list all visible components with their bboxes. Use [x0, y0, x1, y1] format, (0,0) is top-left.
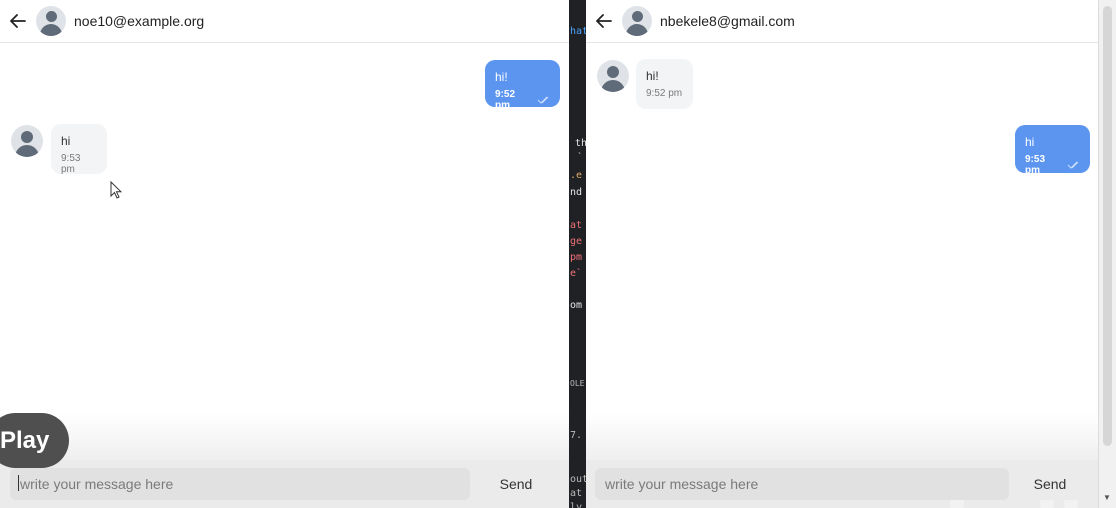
message-bubble-outgoing[interactable]: hi 9:53 pm — [1015, 125, 1090, 176]
message-bubble-incoming[interactable]: hi 9:53 pm — [51, 124, 107, 175]
message-time: 9:53 pm — [61, 153, 81, 175]
terminal-text: e` — [570, 268, 583, 279]
volume-icon[interactable] — [950, 500, 964, 508]
contact-avatar[interactable] — [622, 6, 652, 36]
background-terminal: hat th ` .e nd at ge pm e` om OLE 7. out… — [569, 0, 586, 508]
terminal-text: om — [570, 300, 583, 311]
chat-header: noe10@example.org — [0, 0, 569, 43]
terminal-text: .e — [570, 170, 583, 181]
message-time: 9:52 pm — [495, 89, 516, 111]
terminal-text: at — [570, 220, 583, 231]
right-chat-window: nbekele8@gmail.com hi! 9:52 pm hi 9:53 p… — [586, 0, 1098, 508]
double-check-icon — [537, 96, 550, 104]
message-text: hi! — [646, 69, 659, 83]
message-text: hi! — [495, 70, 508, 84]
message-avatar — [597, 60, 629, 92]
left-chat-window: noe10@example.org hi! 9:52 pm hi 9:53 pm… — [0, 0, 569, 508]
scroll-down-arrow-icon[interactable]: ▼ — [1103, 493, 1111, 502]
message-composer: Send — [0, 460, 569, 508]
message-input[interactable] — [10, 468, 470, 500]
mouse-pointer-icon — [110, 181, 122, 199]
message-time: 9:52 pm — [646, 88, 683, 99]
bottom-fade — [0, 413, 569, 463]
text-caret — [18, 475, 19, 491]
play-button[interactable]: Play — [0, 413, 69, 468]
screen: noe10@example.org hi! 9:52 pm hi 9:53 pm… — [0, 0, 1116, 508]
chat-header: nbekele8@gmail.com — [586, 0, 1098, 43]
back-arrow-icon — [10, 14, 26, 28]
terminal-text: ly — [570, 502, 583, 508]
scrollbar-thumb[interactable] — [1103, 6, 1112, 446]
message-bubble-incoming[interactable]: hi! 9:52 pm — [636, 59, 693, 109]
message-text: hi — [1025, 135, 1035, 149]
message-time: 9:53 pm — [1025, 154, 1046, 176]
terminal-text: 7. — [570, 430, 583, 441]
settings-icon[interactable] — [1040, 500, 1054, 508]
terminal-text: hat — [570, 26, 586, 37]
back-button[interactable] — [586, 0, 622, 43]
terminal-text: OLE — [570, 379, 585, 388]
terminal-text: nd — [570, 187, 583, 198]
message-bubble-outgoing[interactable]: hi! 9:52 pm — [485, 60, 560, 111]
terminal-text: ` — [577, 152, 584, 163]
terminal-text: pm — [570, 252, 583, 263]
scrollbar[interactable]: ▼ — [1098, 0, 1116, 508]
message-avatar — [11, 125, 43, 157]
message-text: hi — [61, 134, 71, 148]
fullscreen-icon[interactable] — [1064, 500, 1078, 508]
double-check-icon — [1067, 161, 1080, 169]
back-button[interactable] — [0, 0, 36, 43]
back-arrow-icon — [596, 14, 612, 28]
terminal-text: ge — [570, 236, 583, 247]
video-controls — [940, 496, 1100, 508]
contact-email: nbekele8@gmail.com — [660, 13, 795, 29]
bottom-fade — [586, 413, 1098, 463]
send-button[interactable]: Send — [490, 468, 542, 500]
contact-avatar[interactable] — [36, 6, 66, 36]
contact-email: noe10@example.org — [74, 13, 205, 29]
